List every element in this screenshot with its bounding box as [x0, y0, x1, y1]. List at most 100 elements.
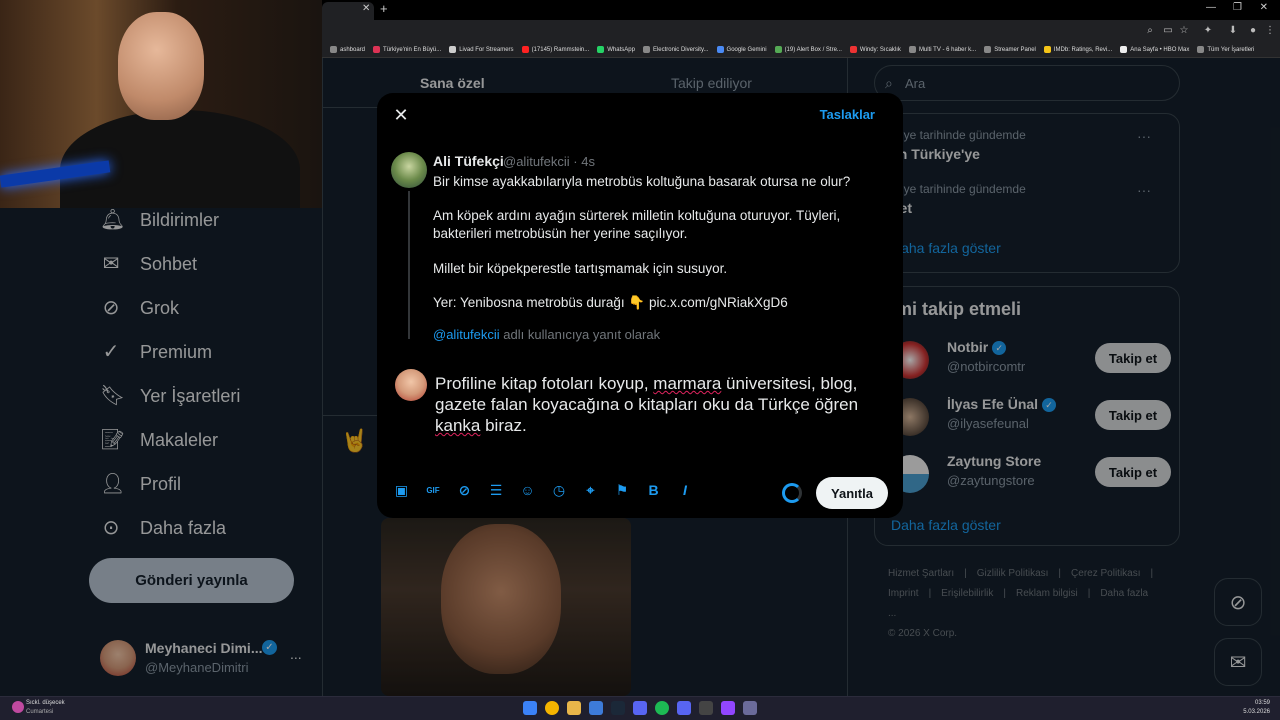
poll-icon[interactable]: ☰: [486, 480, 507, 501]
bookmarks-bar: ashboard Türkiye'nin En Büyü... Livad For …: [322, 42, 1280, 58]
misspelled-word: marmara: [653, 374, 722, 393]
bookmark-item[interactable]: Livad For Streamers: [449, 42, 514, 57]
italic-icon[interactable]: I: [675, 480, 696, 501]
zoom-icon[interactable]: ⌕: [1144, 25, 1156, 37]
bookmark-item[interactable]: IMDb: Ratings, Revi...: [1043, 42, 1113, 57]
bookmark-favicon-icon: [330, 45, 337, 53]
bookmark-label: WhatsApp: [607, 47, 635, 53]
app-icon[interactable]: [633, 701, 647, 715]
image-icon[interactable]: ▣: [391, 480, 412, 501]
bookmark-label: Tüm Yer İşaretleri: [1207, 47, 1255, 53]
download-icon[interactable]: ⬇: [1227, 25, 1239, 37]
bold-icon[interactable]: B: [643, 480, 664, 501]
address-bar[interactable]: ⌕ ▭ ☆ ✦ ⬇ ● ⋮: [322, 20, 1280, 42]
system-tray[interactable]: 03:59 5.03.2026: [1243, 699, 1270, 717]
start-icon[interactable]: [523, 701, 537, 715]
bookmark-label: (19) Alert Box / Stre...: [784, 47, 842, 53]
bookmark-favicon-icon: [642, 45, 650, 53]
bookmark-item[interactable]: Streamer Panel: [984, 42, 1036, 57]
reply-button[interactable]: Yanıtla: [816, 477, 888, 509]
bookmark-favicon-icon: [1043, 45, 1051, 53]
schedule-icon[interactable]: ◷: [549, 480, 570, 501]
webcam-overlay: [0, 0, 322, 208]
new-tab-icon[interactable]: +: [380, 1, 388, 16]
close-icon[interactable]: ✕: [391, 105, 411, 125]
bookmark-item[interactable]: Ana Sayfa • HBO Max: [1120, 42, 1190, 57]
browser-tabstrip: ✕ + — ❐ ✕: [322, 0, 1280, 20]
bookmark-item[interactable]: Multi TV - 6 haber k...: [908, 42, 977, 57]
bookmark-item[interactable]: Google Gemini: [716, 42, 767, 57]
bookmark-label: IMDb: Ratings, Revi...: [1053, 47, 1113, 53]
location-icon[interactable]: ⌖: [580, 480, 601, 501]
bookmark-item[interactable]: Tüm Yer İşaretleri: [1197, 42, 1255, 57]
screen: ✕ + — ❐ ✕ ⌕ ▭ ☆ ✦ ⬇ ● ⋮ ashboard Türkiye'…: [0, 0, 1280, 720]
reply-to-handle[interactable]: @alitufekcii: [433, 327, 500, 342]
bookmark-label: Windy: Sıcaklık: [859, 47, 901, 53]
bookmark-item[interactable]: WhatsApp: [597, 42, 635, 57]
app-icon[interactable]: [699, 701, 713, 715]
webcam-person-body: [60, 110, 300, 208]
original-text-line: Am köpek ardını ayağın sürterek milletin…: [433, 208, 841, 223]
bookmark-item[interactable]: ashboard: [330, 42, 366, 57]
reply-modal: ✕ Taslaklar Ali Tüfekçi @alitufekcii · 4…: [377, 93, 903, 518]
twitch-icon[interactable]: [721, 701, 735, 715]
weather-text[interactable]: Sıckl. düşecek: [26, 700, 65, 706]
app-icon[interactable]: [743, 701, 757, 715]
thread-line: [408, 191, 410, 339]
grok-icon[interactable]: ⊘: [454, 480, 475, 501]
bookmark-favicon-icon: [849, 45, 857, 53]
reply-to-label: adlı kullanıcıya yanıt olarak: [499, 327, 661, 342]
bookmark-item[interactable]: Electronic Diversity...: [642, 42, 709, 57]
profile-icon[interactable]: ●: [1247, 25, 1259, 37]
chrome-icon[interactable]: [545, 701, 559, 715]
original-author-name[interactable]: Ali Tüfekçi: [433, 153, 504, 169]
taskbar: Sıckl. düşecek Cumartesi 03:59 5.03.2026: [0, 696, 1280, 720]
bookmark-favicon-icon: [521, 45, 529, 53]
maximize-icon[interactable]: ❐: [1233, 2, 1242, 13]
original-author-handle[interactable]: @alitufekcii · 4s: [503, 154, 595, 169]
tab-close-icon[interactable]: ✕: [362, 3, 370, 14]
menu-icon[interactable]: ⋮: [1264, 25, 1276, 37]
replying-to: @alitufekcii adlı kullanıcıya yanıt olar…: [433, 327, 660, 342]
steam-icon[interactable]: [611, 701, 625, 715]
character-progress-ring: [782, 483, 802, 503]
avatar[interactable]: [391, 152, 427, 188]
window-close-icon[interactable]: ✕: [1260, 2, 1268, 13]
spotify-icon[interactable]: [655, 701, 669, 715]
bookmark-label: Ana Sayfa • HBO Max: [1130, 47, 1190, 53]
bookmark-label: (17145) Rammstein...: [531, 47, 590, 53]
bookmark-label: Streamer Panel: [994, 47, 1036, 53]
bookmark-favicon-icon: [774, 45, 782, 53]
weather-icon[interactable]: [12, 701, 24, 713]
bookmark-favicon-icon: [716, 45, 724, 53]
folder-icon[interactable]: [567, 701, 581, 715]
extensions-icon[interactable]: ✦: [1202, 25, 1214, 37]
bookmark-label: Türkiye'nin En Büyü...: [383, 47, 442, 53]
bookmark-item[interactable]: (19) Alert Box / Stre...: [774, 42, 842, 57]
drafts-button[interactable]: Taslaklar: [820, 107, 875, 122]
compose-text: gazete falan koyacağına o kitapları oku …: [435, 395, 859, 414]
discord-icon[interactable]: [677, 701, 691, 715]
emoji-icon[interactable]: ☺: [517, 480, 538, 501]
bookmark-favicon-icon: [1120, 45, 1128, 53]
edge-icon[interactable]: [589, 701, 603, 715]
bookmark-label: ashboard: [340, 47, 366, 53]
browser-tab[interactable]: ✕: [322, 2, 374, 20]
bookmark-label: Livad For Streamers: [459, 47, 514, 53]
cast-icon[interactable]: ▭: [1162, 25, 1174, 37]
bookmark-item[interactable]: Windy: Sıcaklık: [849, 42, 901, 57]
reply-textarea[interactable]: Profiline kitap fotoları koyup, marmara …: [435, 373, 895, 436]
bookmark-label: Multi TV - 6 haber k...: [918, 47, 977, 53]
flag-icon[interactable]: ⚑: [612, 480, 633, 501]
clock-time: 03:59: [1254, 700, 1270, 706]
gif-icon[interactable]: GIF: [423, 480, 444, 501]
minimize-icon[interactable]: —: [1206, 2, 1216, 13]
original-text-line: Bir kimse ayakkabılarıyla metrobüs koltu…: [433, 174, 851, 189]
compose-toolbar: ▣ GIF ⊘ ☰ ☺ ◷ ⌖ ⚑ B I: [391, 480, 706, 504]
bookmark-item[interactable]: Türkiye'nin En Büyü...: [373, 42, 442, 57]
star-icon[interactable]: ☆: [1178, 25, 1190, 37]
bookmark-label: Electronic Diversity...: [652, 47, 709, 53]
bookmark-item[interactable]: (17145) Rammstein...: [521, 42, 590, 57]
bookmark-label: Google Gemini: [726, 47, 767, 53]
webcam-person-head: [118, 12, 204, 120]
